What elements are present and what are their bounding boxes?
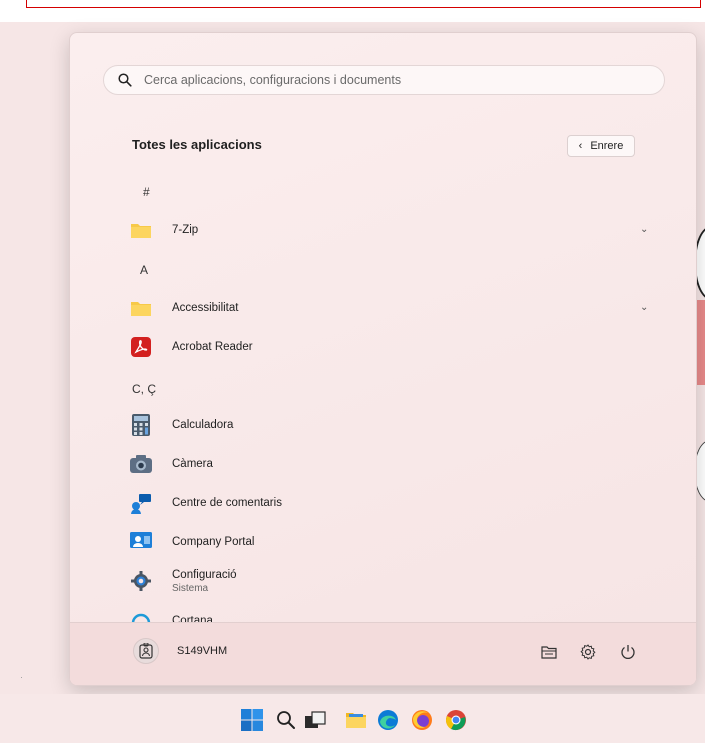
file-explorer-button[interactable]: [540, 643, 558, 661]
app-label: Calculadora: [172, 419, 234, 431]
selection-frame: [26, 0, 701, 8]
chevron-down-icon[interactable]: ⌄: [640, 302, 650, 313]
search-icon: [277, 711, 295, 729]
app-label: Acrobat Reader: [172, 341, 253, 353]
app-item-camera[interactable]: Càmera: [130, 449, 650, 479]
power-icon: [621, 645, 635, 659]
task-view-button[interactable]: [303, 708, 327, 732]
app-label: Company Portal: [172, 536, 255, 548]
user-name: S149VHM: [177, 645, 228, 657]
start-menu: Totes les aplicacions ‹ Enrere # 7-Zip ⌄…: [69, 32, 697, 686]
feedback-hub-icon: [130, 492, 152, 514]
search-icon: [118, 73, 132, 87]
firefox-button[interactable]: [410, 708, 434, 732]
app-label: Centre de comentaris: [172, 497, 282, 509]
taskbar-search-button[interactable]: [274, 708, 298, 732]
power-button[interactable]: [619, 643, 637, 661]
app-label: Càmera: [172, 458, 213, 470]
search-input[interactable]: [142, 72, 664, 88]
chevron-left-icon: ‹: [578, 140, 583, 152]
app-item-acrobat[interactable]: Acrobat Reader: [130, 332, 650, 362]
search-box[interactable]: [103, 65, 665, 95]
app-label: Accessibilitat: [172, 302, 239, 314]
acrobat-icon: [130, 336, 152, 358]
company-portal-icon: [130, 531, 152, 553]
app-label: 7-Zip: [172, 224, 199, 236]
app-item-company-portal[interactable]: Company Portal: [130, 527, 650, 557]
taskbar: [0, 694, 705, 743]
chrome-icon: [446, 710, 466, 731]
app-item-accessibilitat[interactable]: Accessibilitat ⌄: [130, 293, 650, 323]
app-item-centre-comentaris[interactable]: Centre de comentaris: [130, 488, 650, 518]
app-item-configuracio[interactable]: Configuració Sistema: [130, 563, 650, 599]
section-letter-a[interactable]: A: [140, 263, 148, 277]
start-footer: S149VHM: [70, 622, 696, 685]
folder-icon: [346, 713, 366, 728]
chrome-button[interactable]: [444, 708, 468, 732]
folder-icon: [130, 297, 152, 319]
user-account-button[interactable]: S149VHM: [133, 638, 227, 664]
app-sublabel: Sistema: [172, 582, 209, 594]
back-button-label: Enrere: [590, 140, 624, 152]
section-letter-c[interactable]: C, Ç: [132, 382, 156, 396]
camera-icon: [130, 453, 152, 475]
app-label: Configuració: [172, 568, 237, 581]
folder-icon: [130, 219, 152, 241]
chevron-down-icon[interactable]: ⌄: [640, 224, 650, 235]
all-apps-heading: Totes les aplicacions: [132, 137, 262, 152]
section-letter-hash[interactable]: #: [143, 185, 150, 199]
start-button[interactable]: [240, 708, 264, 732]
app-item-calculadora[interactable]: Calculadora: [130, 410, 650, 440]
avatar-icon: [133, 638, 159, 664]
calculator-icon: [130, 414, 152, 436]
app-item-7zip[interactable]: 7-Zip ⌄: [130, 215, 650, 245]
back-button[interactable]: ‹ Enrere: [567, 135, 635, 157]
windows-logo-icon: [241, 709, 263, 731]
edge-button[interactable]: [376, 708, 400, 732]
gear-icon: [580, 644, 596, 660]
task-view-icon: [305, 711, 326, 728]
edge-icon: [378, 710, 398, 730]
folder-outline-icon: [541, 646, 557, 659]
settings-gear-icon: [130, 570, 152, 592]
firefox-icon: [412, 710, 432, 730]
settings-button[interactable]: [579, 643, 597, 661]
wallpaper-mark: ·: [20, 672, 23, 682]
file-explorer-taskbar-button[interactable]: [344, 708, 368, 732]
